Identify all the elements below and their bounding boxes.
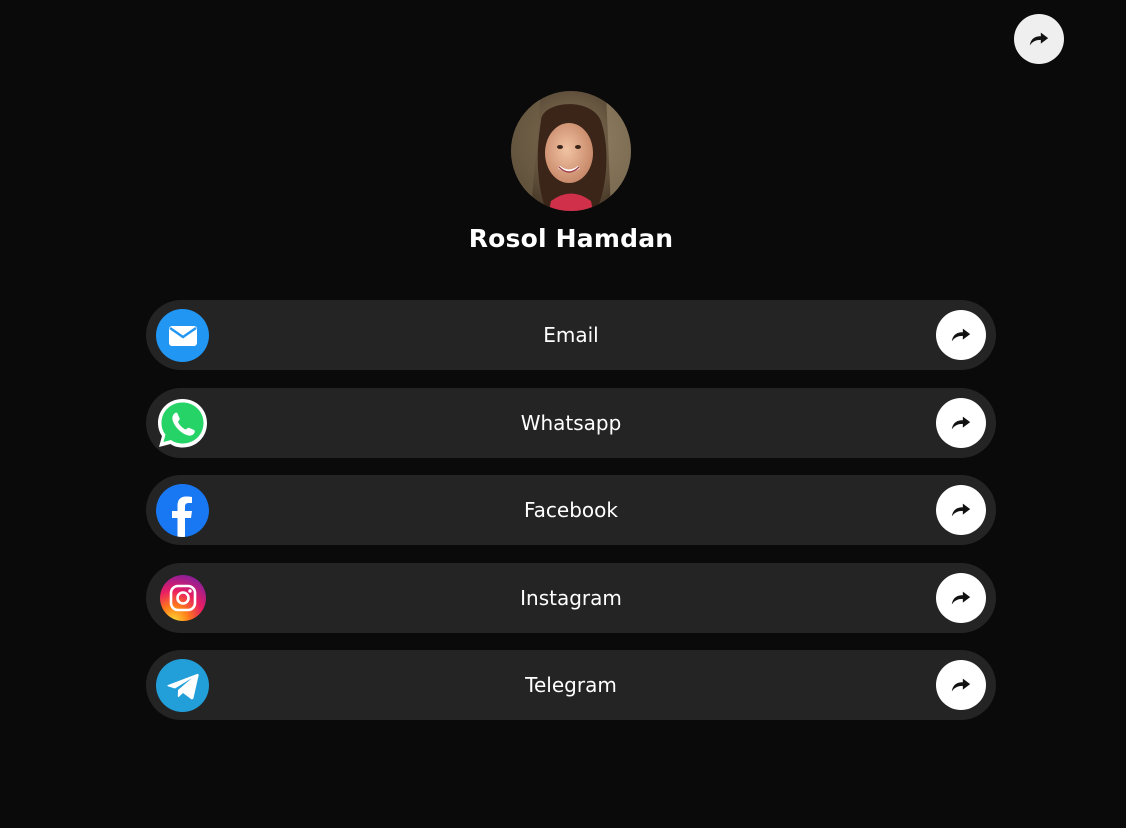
whatsapp-icon xyxy=(156,397,209,450)
share-icon xyxy=(951,591,971,604)
share-icon xyxy=(951,678,971,692)
share-icon xyxy=(1029,32,1049,46)
link-instagram[interactable]: Instagram xyxy=(146,562,996,633)
share-icon xyxy=(951,503,971,517)
open-link-button[interactable] xyxy=(936,572,986,623)
link-email[interactable]: Email xyxy=(146,300,996,370)
link-facebook[interactable]: Facebook xyxy=(146,475,996,545)
profile-name: Rosol Hamdan xyxy=(468,224,674,253)
open-link-button[interactable] xyxy=(936,397,986,448)
avatar-photo xyxy=(511,91,631,211)
telegram-icon xyxy=(156,659,209,712)
instagram-icon xyxy=(156,572,209,625)
link-label: Telegram xyxy=(525,673,617,697)
open-link-button[interactable] xyxy=(936,485,986,535)
open-link-button[interactable] xyxy=(936,310,986,360)
email-icon xyxy=(156,309,209,362)
open-link-button[interactable] xyxy=(936,660,986,710)
share-icon xyxy=(951,416,971,429)
share-icon xyxy=(951,328,971,342)
avatar xyxy=(511,91,631,211)
link-whatsapp[interactable]: Whatsapp xyxy=(146,387,996,458)
link-label: Facebook xyxy=(524,498,618,522)
share-profile-button[interactable] xyxy=(1014,14,1064,64)
links-list: Email Whatsapp Facebook Instagram Telegr… xyxy=(146,300,996,738)
facebook-icon xyxy=(156,484,209,537)
profile-page: Rosol Hamdan Email Whatsapp Facebook Ins… xyxy=(0,0,1126,828)
link-label: Instagram xyxy=(520,585,622,610)
link-label: Email xyxy=(543,323,599,347)
link-telegram[interactable]: Telegram xyxy=(146,650,996,720)
link-label: Whatsapp xyxy=(520,410,622,435)
